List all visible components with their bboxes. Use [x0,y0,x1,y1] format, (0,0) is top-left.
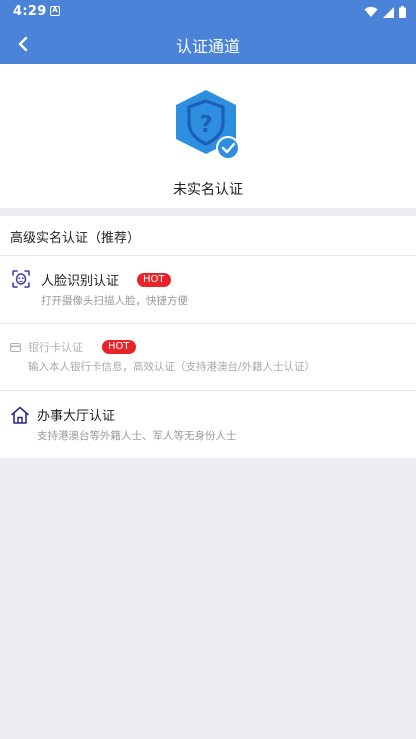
svg-text:?: ? [199,112,212,138]
page-title: 认证通道 [175,37,240,56]
face-scan-icon [10,268,32,290]
verification-options-section: 高级实名认证（推荐） 人脸识别认证 HOT 打开摄像头扫描人脸，快捷方便 银行卡… [0,216,416,458]
bank-card-option[interactable]: 银行卡认证 HOT 输入本人银行卡信息，高效认证（支持港澳台/外籍人士认证） [0,324,416,391]
wifi-icon [364,6,378,17]
app-bar: 认证通道 [0,24,416,64]
home-icon [9,404,31,426]
status-icons [364,5,406,19]
status-bar: 4:29 A [0,0,416,24]
section-title: 高级实名认证（推荐） [10,231,141,246]
option-subtitle: 打开摄像头扫描人脸，快捷方便 [41,295,188,307]
notification-icon: A [50,6,60,16]
verification-status-text: 未实名认证 [173,182,243,198]
service-hall-option[interactable]: 办事大厅认证 支持港澳台等外籍人士、军人等无身份人士 [0,391,416,458]
hot-badge: HOT [137,273,171,287]
bank-card-icon [9,342,21,352]
battery-icon [399,6,406,18]
status-time: 4:29 [13,4,47,19]
option-title: 人脸识别认证 [41,274,120,289]
face-recognition-option[interactable]: 人脸识别认证 HOT 打开摄像头扫描人脸，快捷方便 [0,256,416,323]
option-subtitle: 输入本人银行卡信息，高效认证（支持港澳台/外籍人士认证） [28,361,316,373]
option-title: 办事大厅认证 [37,409,116,424]
verification-status-card: ? 未实名认证 [0,64,416,208]
option-subtitle: 支持港澳台等外籍人士、军人等无身份人士 [37,430,237,442]
signal-icon [383,6,394,18]
shield-question-check-icon: ? [174,90,242,162]
hot-badge: HOT [102,340,136,354]
option-title: 银行卡认证 [28,341,83,354]
